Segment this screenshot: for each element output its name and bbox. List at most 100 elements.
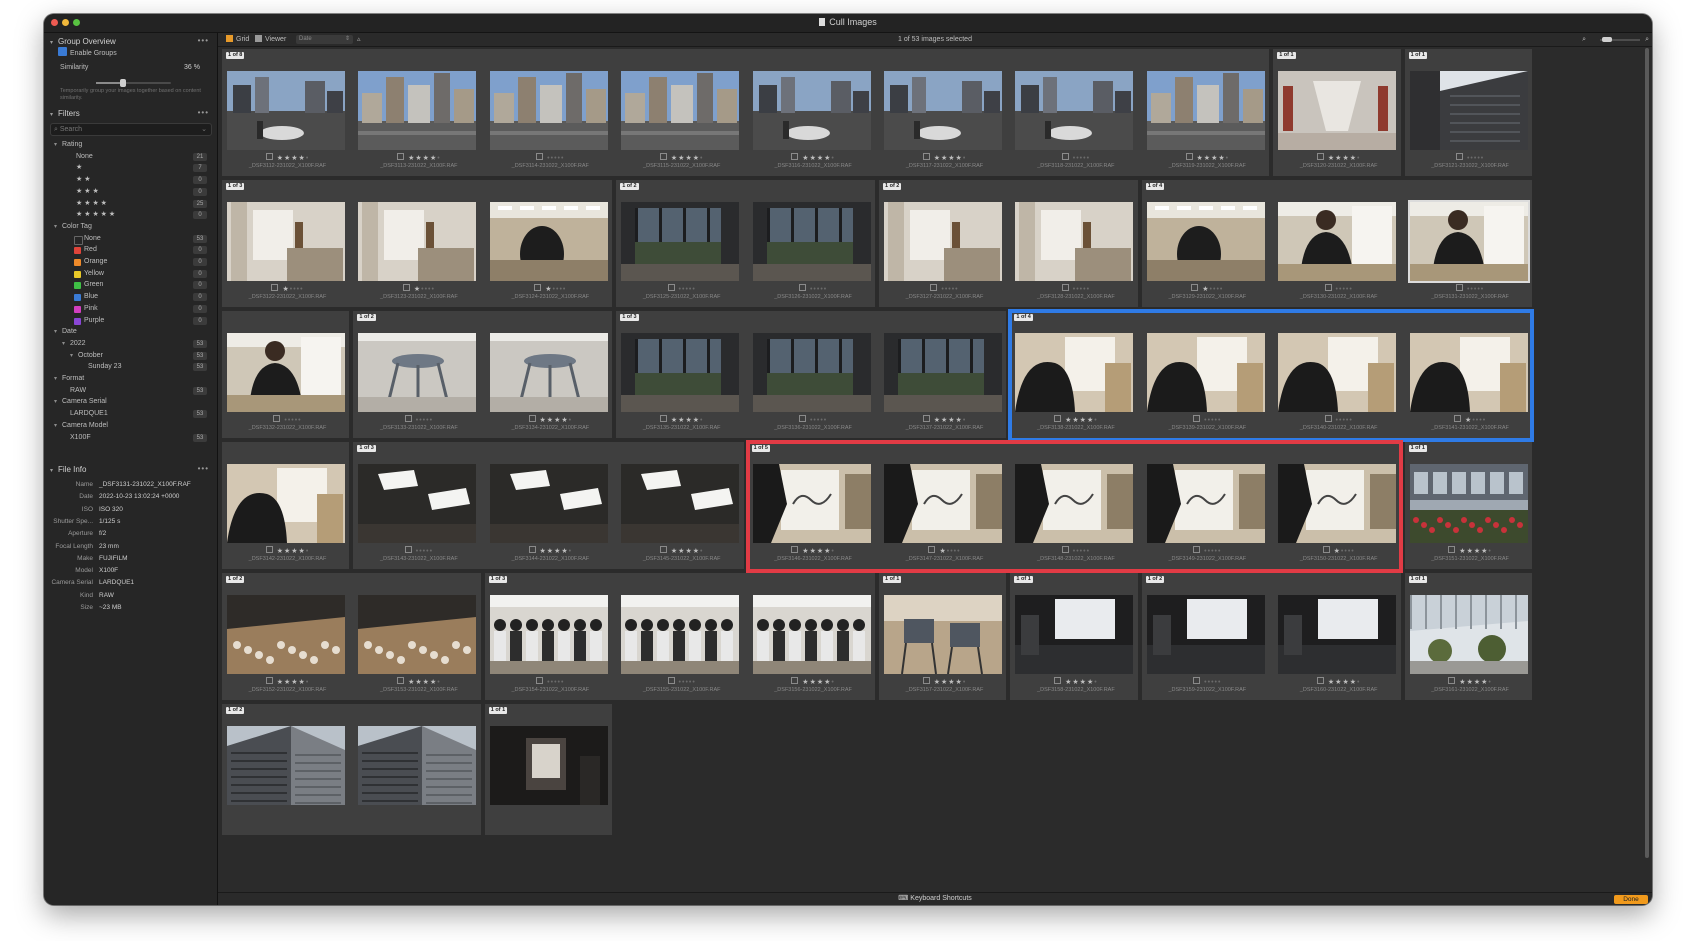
star-filled-icon[interactable]: ★: [802, 548, 809, 555]
rating-stars[interactable]: ★★★★•: [222, 677, 353, 686]
image-thumbnail[interactable]: [1278, 464, 1397, 543]
star-filled-icon[interactable]: ★: [291, 548, 298, 555]
image-thumbnail[interactable]: [884, 333, 1002, 412]
rating-stars[interactable]: ★★★★•: [748, 677, 879, 686]
star-empty-icon[interactable]: •: [1087, 286, 1090, 293]
image-thumbnail[interactable]: [752, 333, 871, 412]
image-thumbnail[interactable]: [621, 71, 740, 150]
pick-checkbox-icon[interactable]: [534, 284, 542, 291]
image-cell[interactable]: ★★★★• _DSF3115-231022_X100F.RAF: [616, 49, 747, 180]
star-filled-icon[interactable]: ★: [1342, 155, 1349, 162]
image-cell[interactable]: ★★★★• _DSF3145-231022_X100F.RAF: [616, 442, 747, 573]
star-filled-icon[interactable]: ★: [1350, 155, 1357, 162]
pick-checkbox-icon[interactable]: [659, 546, 667, 553]
rating-filter-item[interactable]: ★ ★ ★ ★ ★ 0: [44, 209, 217, 221]
search-icon[interactable]: ⌕: [1582, 33, 1586, 46]
image-cell[interactable]: [222, 704, 353, 835]
image-thumbnail[interactable]: [1015, 595, 1134, 674]
star-empty-icon[interactable]: •: [306, 155, 309, 162]
image-thumbnail[interactable]: [1278, 71, 1397, 150]
keyboard-shortcuts-button[interactable]: ⌨ Keyboard Shortcuts: [218, 893, 1652, 905]
image-cell[interactable]: ★★★★• _DSF3119-231022_X100F.RAF: [1142, 49, 1273, 180]
image-cell[interactable]: ★★★★• _DSF3120-231022_X100F.RAF: [1273, 49, 1404, 180]
date-year-item[interactable]: ▾ 2022 53: [44, 338, 217, 350]
image-thumbnail[interactable]: [227, 71, 345, 150]
star-filled-icon[interactable]: ★: [1459, 548, 1466, 555]
image-cell[interactable]: ••••• _DSF3143-231022_X100F.RAF: [353, 442, 484, 573]
rating-stars[interactable]: ★••••: [1273, 546, 1404, 555]
image-thumbnail[interactable]: [621, 595, 740, 674]
image-thumbnail[interactable]: [358, 464, 477, 543]
image-thumbnail[interactable]: [227, 333, 345, 412]
rating-stars[interactable]: •••••: [748, 284, 879, 293]
star-empty-icon[interactable]: •: [437, 679, 440, 686]
pick-checkbox-icon[interactable]: [798, 415, 806, 422]
rating-stars[interactable]: •••••: [485, 677, 616, 686]
star-empty-icon[interactable]: •: [437, 155, 440, 162]
image-thumbnail[interactable]: [227, 464, 345, 543]
star-filled-icon[interactable]: ★: [540, 417, 547, 424]
image-cell[interactable]: ★•••• _DSF3129-231022_X100F.RAF: [1142, 180, 1273, 311]
star-empty-icon[interactable]: •: [300, 286, 303, 293]
star-filled-icon[interactable]: ★: [956, 155, 963, 162]
star-empty-icon[interactable]: •: [963, 417, 966, 424]
format-filter-header[interactable]: ▾ Format: [44, 373, 217, 385]
image-cell[interactable]: ★★★★• _DSF3134-231022_X100F.RAF: [485, 311, 616, 442]
star-empty-icon[interactable]: •: [1349, 417, 1352, 424]
image-cell[interactable]: [485, 704, 616, 835]
pick-checkbox-icon[interactable]: [1054, 677, 1062, 684]
star-empty-icon[interactable]: •: [1357, 155, 1360, 162]
color-tag-filter-item[interactable]: Blue 0: [44, 291, 217, 303]
enable-groups-toggle[interactable]: Enable Groups: [44, 47, 217, 59]
star-empty-icon[interactable]: •: [957, 548, 960, 555]
star-filled-icon[interactable]: ★: [810, 155, 817, 162]
rating-filter-item[interactable]: None 21: [44, 151, 217, 163]
star-empty-icon[interactable]: •: [1349, 286, 1352, 293]
format-filter-item[interactable]: RAW 53: [44, 385, 217, 397]
rating-filter-item[interactable]: ★ ★ ★ ★ 25: [44, 198, 217, 210]
image-cell[interactable]: ★★★★• _DSF3137-231022_X100F.RAF: [879, 311, 1010, 442]
rating-stars[interactable]: ★••••: [353, 284, 484, 293]
pick-checkbox-icon[interactable]: [922, 415, 930, 422]
image-thumbnail[interactable]: [1146, 595, 1265, 674]
pick-checkbox-icon[interactable]: [922, 153, 930, 160]
pick-checkbox-icon[interactable]: [1193, 677, 1201, 684]
image-thumbnail[interactable]: [1278, 202, 1397, 281]
rating-stars[interactable]: ★★★★•: [748, 546, 879, 555]
star-empty-icon[interactable]: •: [1481, 155, 1484, 162]
pick-checkbox-icon[interactable]: [798, 284, 806, 291]
star-empty-icon[interactable]: •: [1094, 679, 1097, 686]
star-empty-icon[interactable]: •: [431, 286, 434, 293]
pick-checkbox-icon[interactable]: [659, 415, 667, 422]
rating-stars[interactable]: •••••: [353, 546, 484, 555]
image-thumbnail[interactable]: [227, 202, 345, 281]
rating-stars[interactable]: •••••: [1142, 546, 1273, 555]
star-filled-icon[interactable]: ★: [802, 679, 809, 686]
done-button[interactable]: Done: [1614, 895, 1648, 904]
pick-checkbox-icon[interactable]: [928, 546, 936, 553]
image-cell[interactable]: ★★★★• _DSF3161-231022_X100F.RAF: [1405, 573, 1536, 704]
image-cell[interactable]: ★★★★• _DSF3135-231022_X100F.RAF: [616, 311, 747, 442]
rating-stars[interactable]: •••••: [1273, 415, 1404, 424]
pick-checkbox-icon[interactable]: [528, 415, 536, 422]
rating-stars[interactable]: •••••: [1010, 546, 1141, 555]
rating-stars[interactable]: ★★★★•: [222, 153, 353, 162]
image-cell[interactable]: [353, 704, 484, 835]
image-thumbnail[interactable]: [1278, 595, 1397, 674]
star-filled-icon[interactable]: ★: [291, 679, 298, 686]
image-cell[interactable]: ★★★★• _DSF3158-231022_X100F.RAF: [1010, 573, 1141, 704]
star-filled-icon[interactable]: ★: [693, 548, 700, 555]
image-cell[interactable]: ★★★★• _DSF3113-231022_X100F.RAF: [353, 49, 484, 180]
pick-checkbox-icon[interactable]: [271, 284, 279, 291]
image-thumbnail[interactable]: [1015, 464, 1134, 543]
image-thumbnail[interactable]: [752, 71, 871, 150]
star-filled-icon[interactable]: ★: [1072, 679, 1079, 686]
star-filled-icon[interactable]: ★: [1342, 679, 1349, 686]
color-tag-filter-item[interactable]: Yellow 0: [44, 268, 217, 280]
image-thumbnail[interactable]: [752, 202, 871, 281]
star-empty-icon[interactable]: •: [1226, 155, 1229, 162]
pick-checkbox-icon[interactable]: [922, 677, 930, 684]
rating-filter-header[interactable]: ▾ Rating: [44, 139, 217, 151]
star-filled-icon[interactable]: ★: [423, 679, 430, 686]
pick-checkbox-icon[interactable]: [791, 677, 799, 684]
